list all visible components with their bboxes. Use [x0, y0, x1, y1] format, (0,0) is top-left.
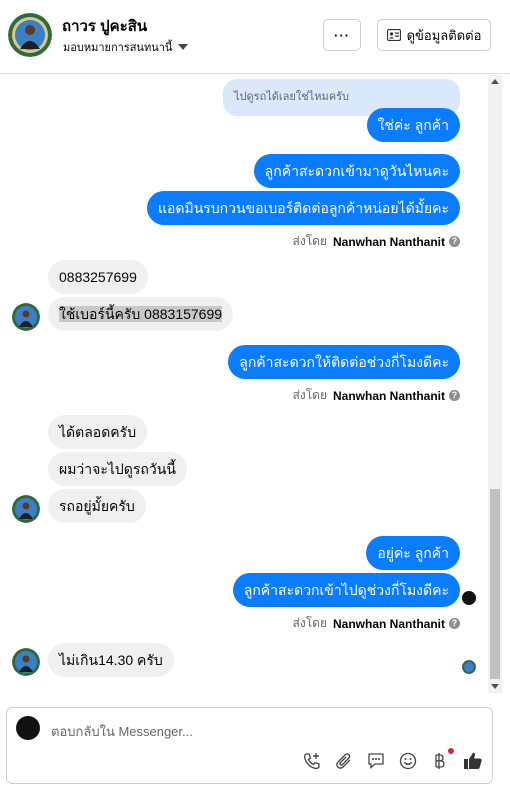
chevron-down-icon — [178, 44, 189, 50]
message-incoming[interactable]: ไม่เกิน14.30 ครับ — [48, 643, 174, 677]
help-icon[interactable]: ? — [449, 618, 460, 629]
message-outgoing[interactable]: ใช่ค่ะ ลูกค้า — [366, 108, 460, 142]
emoji-icon[interactable] — [397, 750, 419, 772]
contact-avatar-small[interactable] — [12, 495, 40, 523]
message-composer: ตอบกลับใน Messenger... — [6, 707, 493, 784]
contact-avatar[interactable] — [8, 13, 52, 57]
message-incoming[interactable]: ได้ตลอดครับ — [48, 415, 148, 449]
sent-by-label: ส่งโดย Nanwhan Nanthanit? — [293, 386, 460, 405]
assign-label: มอบหมายการสนทนานี้ — [63, 42, 173, 54]
reply-input[interactable]: ตอบกลับใน Messenger... — [51, 721, 193, 742]
message-outgoing[interactable]: แอดมินรบกวนขอเบอร์ติดต่อลูกค้าหน่อยได้มั… — [146, 191, 460, 225]
page-avatar — [16, 716, 40, 740]
message-outgoing[interactable]: อยู่ค่ะ ลูกค้า — [366, 536, 460, 570]
message-outgoing[interactable]: ลูกค้าสะดวกเข้าไปดูช่วงกี่โมงดีคะ — [232, 573, 460, 607]
chat-bubble-icon[interactable] — [365, 750, 387, 772]
chat-scrollbar[interactable] — [488, 75, 502, 693]
like-icon[interactable] — [462, 750, 484, 772]
view-contact-label: ดูข้อมูลติดต่อ — [406, 27, 482, 43]
message-incoming[interactable]: ผมว่าจะไปดูรถวันนี้ — [48, 452, 187, 486]
seen-indicator-avatar — [462, 591, 476, 605]
contact-name[interactable]: ถาวร ปูคะสิน — [62, 14, 147, 38]
messenger-chat-window: ถาวร ปูคะสิน มอบหมายการสนทนานี้ ··· ดูข้… — [0, 0, 510, 792]
help-icon[interactable]: ? — [449, 236, 460, 247]
notification-dot — [448, 748, 454, 754]
chat-header: ถาวร ปูคะสิน มอบหมายการสนทนานี้ ··· ดูข้… — [0, 0, 510, 74]
view-contact-button[interactable]: ดูข้อมูลติดต่อ — [377, 19, 491, 51]
scroll-up-arrow-icon[interactable] — [491, 79, 499, 84]
message-outgoing[interactable]: ลูกค้าสะดวกให้ติดต่อช่วงกี่โมงดีคะ — [228, 345, 460, 379]
message-outgoing[interactable]: ลูกค้าสะดวกเข้ามาดูวันไหนคะ — [253, 154, 460, 188]
scroll-down-arrow-icon[interactable] — [491, 684, 499, 689]
message-incoming[interactable]: รถอยู่มั้ยครับ — [48, 489, 146, 523]
baht-icon[interactable] — [428, 750, 450, 772]
message-list[interactable]: ไปดูรถได้เลยใช่ไหมครับ ใช่ค่ะ ลูกค้า ลูก… — [0, 75, 488, 693]
message-incoming[interactable]: ใช้เบอร์นี้ครับ 0883157699 — [48, 297, 234, 331]
help-icon[interactable]: ? — [449, 390, 460, 401]
attach-icon[interactable] — [333, 750, 355, 772]
more-icon: ··· — [334, 27, 350, 43]
contact-avatar-small[interactable] — [12, 648, 40, 676]
sent-by-label: ส่งโดย Nanwhan Nanthanit? — [293, 232, 460, 251]
scrollbar-thumb[interactable] — [490, 489, 500, 679]
contact-card-icon — [386, 29, 401, 41]
contact-avatar-small[interactable] — [12, 303, 40, 331]
sent-by-label: ส่งโดย Nanwhan Nanthanit? — [293, 614, 460, 633]
message-incoming[interactable]: 0883257699 — [48, 260, 148, 294]
assign-conversation-dropdown[interactable]: มอบหมายการสนทนานี้ — [63, 38, 189, 56]
more-options-button[interactable]: ··· — [323, 19, 361, 51]
seen-indicator-avatar — [462, 660, 476, 674]
add-call-icon[interactable] — [301, 750, 323, 772]
